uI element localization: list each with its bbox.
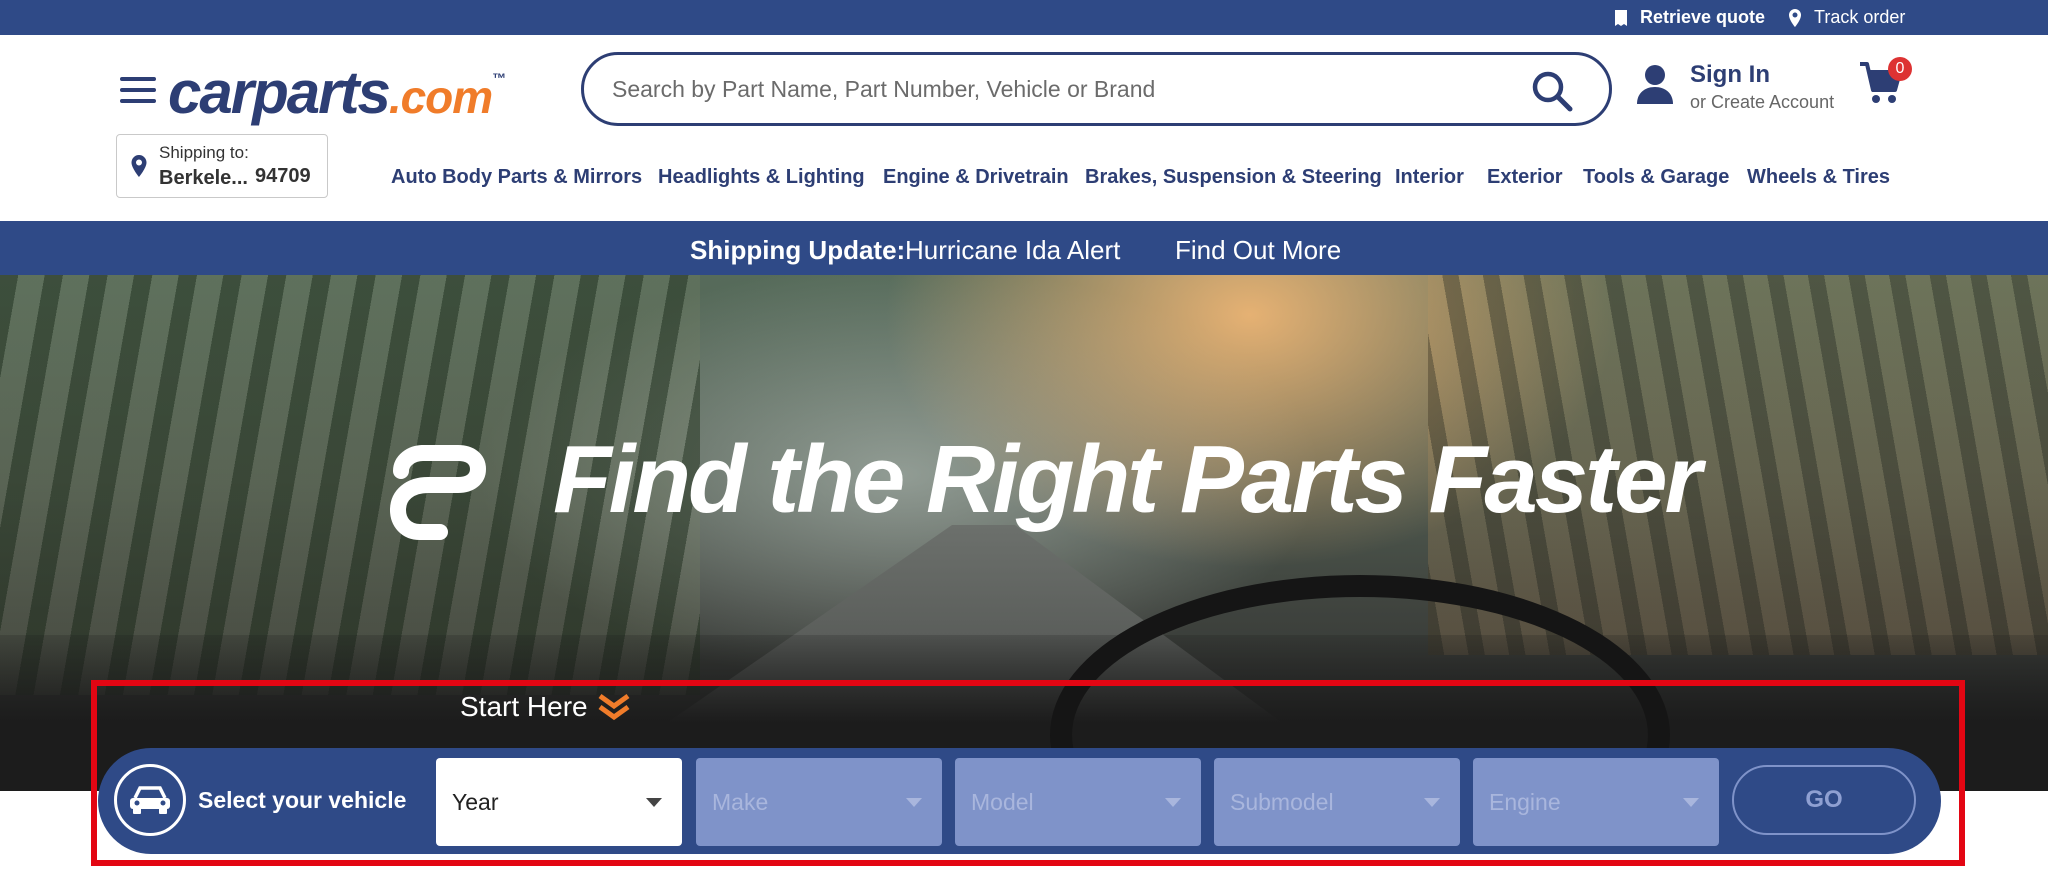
banner-find-out-more-link[interactable]: Find Out More [1175,235,1341,266]
shipping-location-selector[interactable]: Shipping to: Berkele... 94709 [116,134,328,198]
top-utility-bar: Retrieve quote Track order [0,0,2048,35]
banner-title: Shipping Update: [690,235,906,265]
sign-in-link[interactable]: Sign In or Create Account [1636,60,1834,114]
location-pin-icon [131,155,147,177]
shipping-city: Berkele... [159,167,248,189]
site-logo[interactable]: carparts .com ™ [168,58,507,126]
shipping-zip: 94709 [255,165,311,187]
user-icon [1637,65,1673,104]
cart-button[interactable]: 0 [1858,57,1912,111]
nav-item-wheels[interactable]: Wheels & Tires [1747,166,1890,189]
logo-suffix: .com [388,71,493,123]
highlight-box [91,680,1965,866]
location-pin-icon [1789,8,1801,27]
hero-title: Find the Right Parts Faster [553,426,1702,533]
cart-count-badge: 0 [1888,57,1912,81]
sign-in-label: Sign In [1690,61,1770,88]
banner-message: Hurricane Ida Alert [905,235,1121,265]
nav-item-brakes[interactable]: Brakes, Suspension & Steering [1085,166,1382,189]
shipping-to-label: Shipping to: [159,143,249,162]
nav-item-exterior[interactable]: Exterior [1487,166,1563,189]
track-order-label: Track order [1814,7,1906,27]
retrieve-quote-link[interactable]: Retrieve quote [1614,0,1765,35]
shipping-update-banner: Shipping Update: Hurricane Ida Alert Fin… [0,221,2048,275]
nav-item-interior[interactable]: Interior [1395,166,1464,189]
nav-item-headlights[interactable]: Headlights & Lighting [658,166,865,189]
create-account-label: or Create Account [1690,92,1835,112]
brand-mark-icon [390,445,487,540]
nav-item-auto-body[interactable]: Auto Body Parts & Mirrors [391,166,642,189]
nav-item-tools[interactable]: Tools & Garage [1583,166,1729,189]
logo-main: carparts [168,59,391,126]
retrieve-quote-label: Retrieve quote [1640,7,1766,27]
nav-item-engine[interactable]: Engine & Drivetrain [883,166,1069,189]
search-bar [581,52,1612,126]
hamburger-menu-icon[interactable] [120,77,156,103]
logo-trademark: ™ [492,70,507,86]
search-icon[interactable] [1531,70,1573,112]
track-order-link[interactable]: Track order [1788,0,1905,35]
search-input[interactable] [612,75,1512,103]
receipt-icon [1615,9,1627,26]
